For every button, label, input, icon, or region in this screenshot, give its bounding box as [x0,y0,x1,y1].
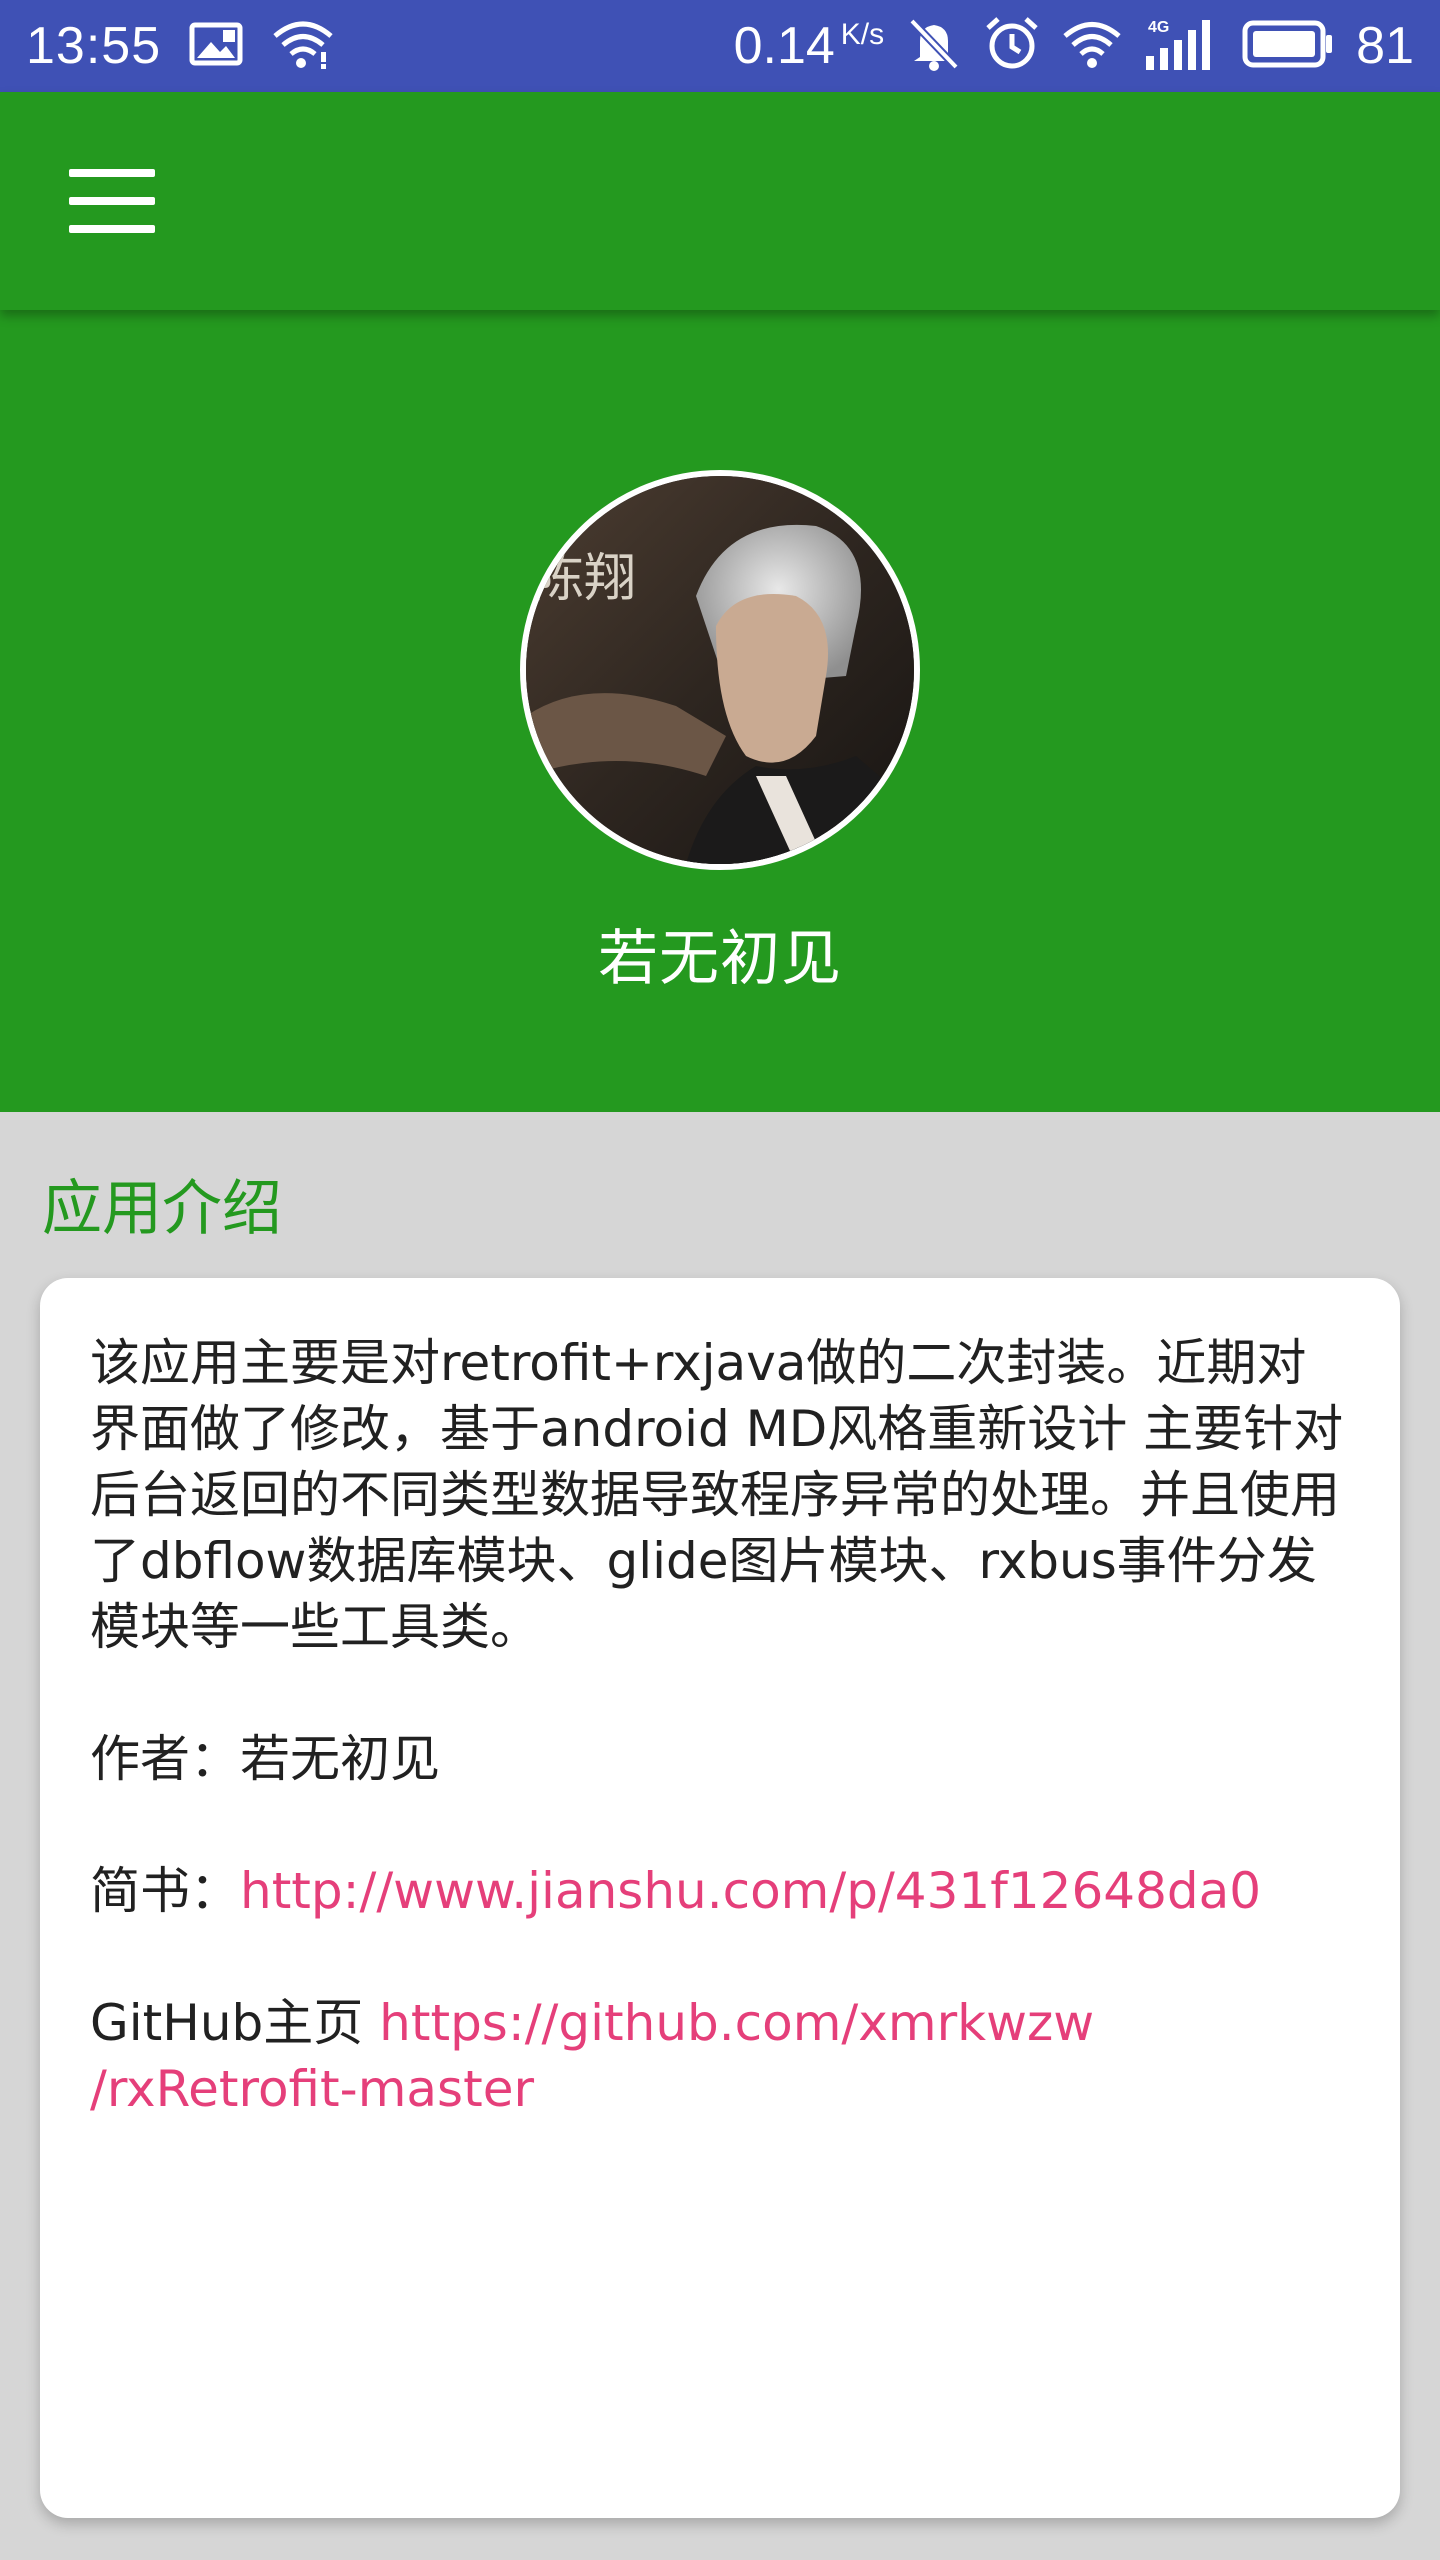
github-label: GitHub主页 [90,1994,380,2052]
status-time: 13:55 [26,17,162,75]
jianshu-line: 简书：http://www.jianshu.com/p/431f12648da0 [90,1858,1350,1924]
author-line: 作者：若无初见 [90,1726,1350,1792]
battery-icon [1242,20,1334,73]
battery-percent: 81 [1356,17,1414,75]
status-left-icons [189,18,335,75]
wifi-icon [1062,19,1122,74]
network-type-label: 4G [1148,19,1169,36]
github-link[interactable]: https://github.com/xmrkwzw [379,1994,1094,2052]
profile-name: 若无初见 [598,924,842,994]
github-link-continued[interactable]: /rxRetrofit-master [90,2056,1350,2122]
status-bar: 13:55 0.14 K/s 4G 81 [0,0,1440,92]
intro-description: 该应用主要是对retrofit+rxjava做的二次封装。近期对界面做了修改，基… [90,1334,1344,1656]
status-right-icons: 0.14 K/s 4G 81 [734,16,1414,77]
net-speed-value: 0.14 [733,17,835,75]
section-title: 应用介绍 [42,1174,282,1244]
profile-header: 陈翔 若无初见 [0,310,1440,1112]
avatar-caption: 陈翔 [532,549,636,609]
intro-card: 该应用主要是对retrofit+rxjava做的二次封装。近期对界面做了修改，基… [40,1278,1400,2518]
jianshu-link[interactable]: http://www.jianshu.com/p/431f12648da0 [240,1862,1261,1920]
jianshu-label: 简书： [90,1862,240,1920]
mute-icon [906,17,962,76]
net-speed-unit: K/s [840,18,885,51]
avatar[interactable]: 陈翔 [520,470,920,870]
github-line: GitHub主页 https://github.com/xmrkwzw/rxRe… [90,1990,1350,2122]
alarm-icon [984,16,1040,77]
net-speed: 0.14 K/s [734,16,885,76]
author-name: 若无初见 [240,1730,440,1788]
app-bar [0,92,1440,310]
wifi-icon [271,18,335,75]
author-label: 作者： [90,1730,240,1788]
hamburger-menu-icon[interactable] [50,147,174,255]
image-icon [189,22,243,71]
signal-icon: 4G [1144,16,1220,77]
